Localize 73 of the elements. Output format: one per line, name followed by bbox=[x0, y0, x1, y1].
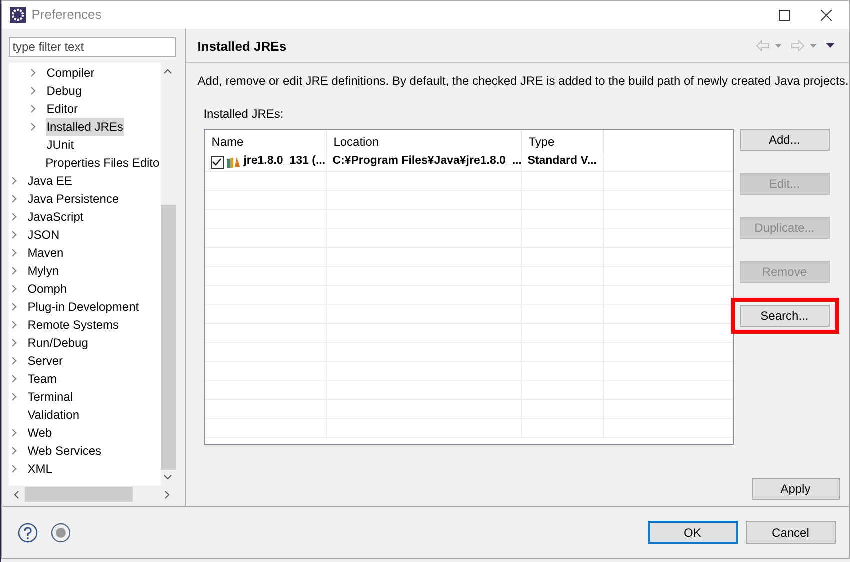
expand-chevron-icon[interactable] bbox=[12, 447, 17, 455]
scroll-up-icon[interactable] bbox=[164, 69, 172, 74]
table-cell-text: jre1.8.0_131 (... bbox=[244, 154, 326, 170]
expand-chevron-icon[interactable] bbox=[30, 123, 36, 131]
tree-item[interactable]: Plug-in Development bbox=[26, 298, 140, 316]
page-title: Installed JREs bbox=[198, 38, 287, 56]
help-icon[interactable] bbox=[18, 522, 38, 542]
expand-chevron-icon[interactable] bbox=[12, 339, 17, 347]
tree-item[interactable]: JSON bbox=[26, 226, 61, 244]
scroll-down-icon[interactable] bbox=[164, 475, 172, 480]
tree-item[interactable]: Java EE bbox=[26, 172, 74, 190]
table-label: Installed JREs: bbox=[204, 106, 284, 123]
record-icon[interactable] bbox=[50, 522, 71, 542]
description-text: Add, remove or edit JRE definitions. By default, the checked JRE is added to the build path of newly created Java projects. bbox=[198, 73, 849, 90]
expand-chevron-icon[interactable] bbox=[12, 357, 17, 365]
library-icon bbox=[226, 156, 241, 168]
tree-item[interactable]: XML bbox=[26, 460, 54, 478]
tree-item[interactable]: JUnit bbox=[46, 136, 76, 154]
dropdown-caret-icon[interactable] bbox=[774, 44, 782, 48]
column-header[interactable]: Name bbox=[204, 130, 327, 153]
dropdown-caret-icon[interactable] bbox=[810, 44, 817, 48]
expand-chevron-icon[interactable] bbox=[12, 393, 17, 401]
tree-item[interactable]: Server bbox=[26, 352, 64, 370]
expand-chevron-icon[interactable] bbox=[12, 195, 17, 203]
expand-chevron-icon[interactable] bbox=[30, 69, 36, 77]
tree-item[interactable]: Oomph bbox=[26, 280, 68, 298]
expand-chevron-icon[interactable] bbox=[12, 213, 17, 221]
close-icon[interactable] bbox=[821, 10, 832, 20]
expand-chevron-icon[interactable] bbox=[12, 375, 17, 383]
tree-item[interactable]: Properties Files Edito bbox=[44, 154, 161, 172]
tree-item[interactable]: Mylyn bbox=[26, 262, 60, 280]
window-title: Preferences bbox=[32, 6, 102, 24]
column-header[interactable]: Location bbox=[326, 130, 522, 153]
tree-item[interactable]: Maven bbox=[26, 244, 65, 262]
filter-field[interactable]: type filter text bbox=[8, 37, 176, 57]
tree-item[interactable]: Web bbox=[26, 424, 54, 442]
expand-chevron-icon[interactable] bbox=[12, 177, 17, 185]
tree-item[interactable]: Web Services bbox=[26, 442, 102, 460]
table-cell: Standard V... bbox=[522, 153, 604, 171]
side-button[interactable]: Search... bbox=[740, 305, 830, 327]
expand-chevron-icon[interactable] bbox=[30, 87, 36, 95]
column-header[interactable]: Type bbox=[522, 130, 604, 153]
maximize-icon[interactable] bbox=[779, 10, 790, 20]
tree-item[interactable]: Remote Systems bbox=[26, 316, 120, 334]
checkbox[interactable] bbox=[210, 156, 224, 168]
expand-chevron-icon[interactable] bbox=[30, 105, 36, 113]
tree-item[interactable]: Run/Debug bbox=[26, 334, 90, 352]
expand-chevron-icon[interactable] bbox=[12, 231, 17, 239]
tree-item[interactable]: Team bbox=[26, 370, 58, 388]
expand-chevron-icon[interactable] bbox=[12, 249, 17, 257]
tree-item[interactable]: Validation bbox=[26, 406, 81, 424]
tree-item[interactable]: Terminal bbox=[26, 388, 74, 406]
table-cell: C:¥Program Files¥Java¥jre1.8.0_... bbox=[326, 153, 522, 171]
dialog-button[interactable]: OK bbox=[648, 521, 738, 544]
tree-item[interactable]: Editor bbox=[46, 100, 80, 118]
expand-chevron-icon[interactable] bbox=[12, 285, 17, 293]
apply-button[interactable]: Apply bbox=[752, 478, 840, 500]
app-icon bbox=[10, 7, 26, 23]
dialog-button[interactable]: Cancel bbox=[746, 521, 836, 544]
menu-caret-icon[interactable] bbox=[826, 43, 835, 48]
expand-chevron-icon[interactable] bbox=[12, 303, 17, 311]
expand-chevron-icon[interactable] bbox=[12, 321, 17, 329]
expand-chevron-icon[interactable] bbox=[12, 429, 17, 437]
tree-item[interactable]: Installed JREs bbox=[46, 118, 124, 136]
scroll-right-icon[interactable] bbox=[165, 490, 170, 498]
tree-item[interactable]: JavaScript bbox=[26, 208, 85, 226]
expand-chevron-icon[interactable] bbox=[12, 465, 17, 473]
side-button[interactable]: Add... bbox=[740, 129, 830, 151]
tree-item[interactable]: Debug bbox=[46, 82, 84, 100]
tree-item[interactable]: Java Persistence bbox=[26, 190, 120, 208]
scroll-left-icon[interactable] bbox=[14, 490, 20, 498]
expand-chevron-icon[interactable] bbox=[12, 267, 17, 275]
tree-item[interactable]: Compiler bbox=[46, 64, 96, 82]
